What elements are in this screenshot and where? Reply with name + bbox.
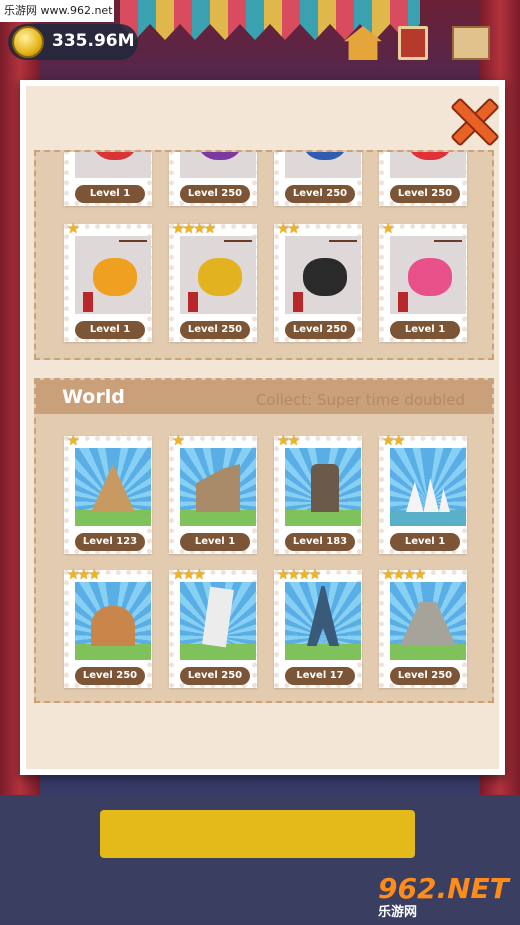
stamp-world-great-wall[interactable]: ★ Level 1 — [169, 433, 257, 554]
leaning-tower-icon — [202, 586, 234, 648]
stamp-level: Level 1 — [75, 185, 145, 203]
star-rating: ★ — [67, 221, 79, 237]
brand-watermark: 962.NET 乐游网 — [378, 872, 518, 920]
site-watermark: 乐游网 www.962.net — [0, 0, 114, 22]
pyramid-temple-icon — [400, 602, 456, 646]
collection-bonus: Collect: Super time doubled — [255, 391, 465, 409]
star-rating: ★★ — [382, 433, 405, 449]
dragon-icon — [93, 152, 137, 160]
album-icon[interactable] — [398, 26, 428, 60]
mail-icon[interactable] — [452, 26, 490, 60]
stamp-world-moai[interactable]: ★★ Level 183 — [274, 433, 362, 554]
stamp-level: Level 250 — [75, 667, 145, 685]
branch-decoration — [119, 240, 147, 254]
pyramid-icon — [91, 464, 135, 512]
stamp-zodiac-goat[interactable]: Level 250 — [379, 152, 467, 206]
moai-icon — [311, 464, 339, 512]
star-rating: ★ — [382, 221, 394, 237]
stamp-level: Level 1 — [390, 321, 460, 339]
great-wall-icon — [196, 464, 240, 512]
rooster-icon — [198, 258, 242, 296]
snake-icon — [198, 152, 242, 160]
coin-icon — [12, 26, 44, 58]
horse-icon — [303, 152, 347, 160]
colosseum-icon — [91, 606, 135, 646]
stamp-level: Level 250 — [285, 321, 355, 339]
coin-amount: 335.96M — [52, 31, 135, 51]
stamp-level: Level 250 — [180, 667, 250, 685]
stamp-world-pyramids[interactable]: ★ Level 123 — [64, 433, 152, 554]
stamp-level: Level 250 — [180, 321, 250, 339]
seal-mark — [398, 292, 408, 312]
stamp-world-eiffel-tower[interactable]: ★★★★ Level 17 — [274, 567, 362, 688]
stamp-level: Level 1 — [75, 321, 145, 339]
stamp-zodiac-horse[interactable]: Level 250 — [274, 152, 362, 206]
stamp-world-colosseum[interactable]: ★★★ Level 250 — [64, 567, 152, 688]
stamp-zodiac-dog[interactable]: ★★ Level 250 — [274, 221, 362, 342]
stamp-level: Level 183 — [285, 533, 355, 551]
star-rating: ★★★ — [172, 567, 206, 583]
goat-icon — [408, 152, 452, 160]
stamp-world-leaning-tower[interactable]: ★★★ Level 250 — [169, 567, 257, 688]
star-rating: ★ — [172, 433, 184, 449]
branch-decoration — [224, 240, 252, 254]
seal-mark — [83, 292, 93, 312]
star-rating: ★★ — [277, 221, 300, 237]
dog-icon — [303, 258, 347, 296]
star-rating: ★★★★ — [277, 567, 321, 583]
seal-mark — [188, 292, 198, 312]
monkey-icon — [93, 258, 137, 296]
stamp-zodiac-rooster[interactable]: ★★★★ Level 250 — [169, 221, 257, 342]
stamp-level: Level 250 — [390, 185, 460, 203]
stamp-level: Level 123 — [75, 533, 145, 551]
zodiac-row-partial: Level 1 Level 250 Level 250 Level 250 — [34, 152, 494, 212]
stamp-zodiac-pig[interactable]: ★ Level 1 — [379, 221, 467, 342]
stamp-level: Level 250 — [180, 185, 250, 203]
opera-house-icon — [406, 478, 450, 512]
star-rating: ★ — [67, 433, 79, 449]
section-title: World — [62, 386, 125, 408]
stamp-world-opera-house[interactable]: ★★ Level 1 — [379, 433, 467, 554]
stage-platform — [100, 810, 415, 858]
stamp-zodiac-monkey[interactable]: ★ Level 1 — [64, 221, 152, 342]
pig-icon — [408, 258, 452, 296]
stamp-level: Level 250 — [285, 185, 355, 203]
star-rating: ★★ — [277, 433, 300, 449]
stamp-level: Level 1 — [180, 533, 250, 551]
stamp-level: Level 1 — [390, 533, 460, 551]
eiffel-tower-icon — [307, 586, 339, 646]
close-icon[interactable] — [448, 96, 496, 144]
branch-decoration — [434, 240, 462, 254]
stamp-world-chichen-itza[interactable]: ★★★★ Level 250 — [379, 567, 467, 688]
star-rating: ★★★ — [67, 567, 101, 583]
stamp-zodiac-snake[interactable]: Level 250 — [169, 152, 257, 206]
stamp-level: Level 250 — [390, 667, 460, 685]
stamp-zodiac-dragon[interactable]: Level 1 — [64, 152, 152, 206]
star-rating: ★★★★ — [172, 221, 216, 237]
branch-decoration — [329, 240, 357, 254]
star-rating: ★★★★ — [382, 567, 426, 583]
stamp-level: Level 17 — [285, 667, 355, 685]
seal-mark — [293, 292, 303, 312]
